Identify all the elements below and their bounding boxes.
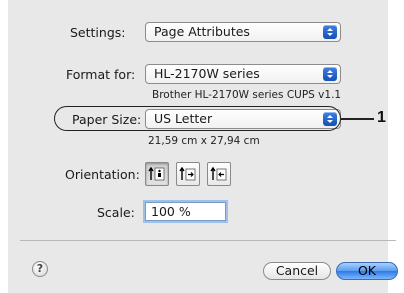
cancel-button[interactable]: Cancel: [263, 262, 331, 280]
callout-line: [341, 118, 374, 120]
separator: [20, 240, 396, 241]
scale-input[interactable]: 100 %: [145, 202, 226, 221]
settings-popup[interactable]: Page Attributes: [145, 22, 341, 42]
orientation-portrait-button[interactable]: [145, 162, 169, 186]
format-for-value: HL-2170W series: [154, 66, 260, 81]
paper-dimensions: 21,59 cm x 27,94 cm: [148, 135, 260, 147]
landscape-left-icon: [179, 166, 196, 181]
landscape-right-icon: [210, 166, 227, 181]
ok-button[interactable]: OK: [336, 262, 398, 280]
page-setup-dialog: Settings: Page Attributes Format for: HL…: [8, 0, 398, 293]
scale-label: Scale:: [97, 205, 135, 220]
orientation-label: Orientation:: [65, 167, 140, 182]
format-for-label: Format for:: [66, 67, 136, 82]
popup-arrows-icon: [323, 67, 337, 81]
popup-arrows-icon: [323, 25, 337, 39]
orientation-landscape-left-button[interactable]: [176, 162, 200, 186]
orientation-landscape-right-button[interactable]: [207, 162, 231, 186]
settings-value: Page Attributes: [154, 24, 250, 39]
help-button[interactable]: ?: [32, 261, 48, 277]
printer-description: Brother HL-2170W series CUPS v1.1: [152, 89, 342, 101]
callout-ring: [54, 106, 341, 131]
format-for-popup[interactable]: HL-2170W series: [145, 64, 341, 84]
callout-number: 1: [377, 109, 386, 126]
settings-label: Settings:: [70, 25, 126, 40]
portrait-person-icon: [148, 166, 165, 181]
